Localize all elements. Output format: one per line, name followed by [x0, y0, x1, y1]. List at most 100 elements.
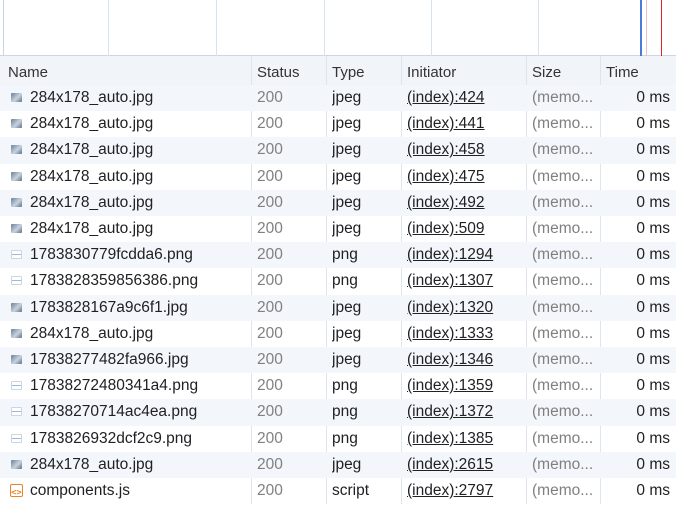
request-name[interactable]: 284x178_auto.jpg [30, 111, 250, 137]
request-initiator-link[interactable]: (index):1333 [407, 321, 525, 347]
request-initiator-link[interactable]: (index):1294 [407, 242, 525, 268]
image-thumbnail-icon [11, 459, 22, 469]
request-type: jpeg [332, 455, 362, 473]
request-name[interactable]: components.js [30, 478, 250, 504]
table-row[interactable]: 1783826932dcf2c9.png 200 png (index):1385 (m… [0, 426, 676, 452]
request-size: (memo... [532, 115, 594, 133]
image-thumbnail-icon [11, 433, 22, 443]
request-type: jpeg [332, 298, 362, 316]
request-time: 0 ms [636, 455, 670, 473]
request-type: script [332, 482, 370, 499]
request-size: (memo... [532, 351, 594, 368]
request-name[interactable]: 1783828359856386.png [30, 268, 250, 294]
request-size: (memo... [532, 141, 594, 159]
request-name[interactable]: 284x178_auto.jpg [30, 190, 250, 216]
table-row[interactable]: 17838272480341a4.png 200 png (index):1359 (m… [0, 373, 676, 399]
request-name[interactable]: 17838270714ac4ea.png [30, 399, 250, 425]
request-status: 200 [257, 220, 283, 237]
table-row[interactable]: 284x178_auto.jpg 200 jpeg (index):1333 (memo… [0, 321, 676, 347]
image-thumbnail-icon [11, 355, 22, 364]
request-type: jpeg [332, 324, 362, 342]
request-name[interactable]: 284x178_auto.jpg [30, 85, 250, 111]
request-name[interactable]: 284x178_auto.jpg [30, 137, 250, 163]
image-thumbnail-icon [11, 93, 22, 102]
table-row[interactable]: 17838270714ac4ea.png 200 png (index):1372 (m… [0, 399, 676, 426]
request-size: (memo... [532, 193, 594, 211]
request-initiator-link[interactable]: (index):424 [407, 85, 525, 111]
request-name[interactable]: 17838272480341a4.png [30, 373, 250, 399]
request-status: 200 [257, 167, 283, 185]
request-type: jpeg [332, 167, 362, 185]
request-initiator-link[interactable]: (index):475 [407, 164, 525, 190]
table-row[interactable]: 17838277482fa966.jpg 200 jpeg (index):1346 (… [0, 347, 676, 374]
request-time: 0 ms [636, 403, 670, 421]
request-type: png [332, 377, 358, 395]
table-row[interactable]: 284x178_auto.jpg 200 jpeg (index):458 (memo.… [0, 137, 676, 164]
request-initiator-link[interactable]: (index):1307 [407, 268, 525, 294]
request-type: png [332, 246, 358, 264]
request-name[interactable]: 1783830779fcdda6.png [30, 242, 250, 268]
request-status: 200 [257, 298, 283, 316]
request-name[interactable]: 17838277482fa966.jpg [30, 347, 250, 373]
table-row[interactable]: 1783830779fcdda6.png 200 png (index):1294 (m… [0, 242, 676, 269]
request-initiator-link[interactable]: (index):1359 [407, 373, 525, 399]
table-row[interactable]: 284x178_auto.jpg 200 jpeg (index):475 (memo.… [0, 164, 676, 190]
request-time: 0 ms [636, 482, 670, 499]
request-size: (memo... [532, 455, 594, 473]
request-status: 200 [257, 115, 283, 133]
table-row[interactable]: 284x178_auto.jpg 200 jpeg (index):509 (memo.… [0, 216, 676, 242]
table-row[interactable]: 284x178_auto.jpg 200 jpeg (index):492 (memo.… [0, 189, 676, 216]
request-time: 0 ms [636, 298, 670, 316]
timeline-gridline [431, 0, 432, 56]
image-thumbnail-icon [11, 224, 22, 233]
request-size: (memo... [532, 246, 594, 264]
table-row[interactable]: 284x178_auto.jpg 200 jpeg (index):424 (memo.… [0, 85, 676, 112]
timeline-left-edge [3, 0, 4, 56]
request-initiator-link[interactable]: (index):1320 [407, 295, 525, 321]
timeline-gridline [538, 0, 539, 56]
request-initiator-link[interactable]: (index):458 [407, 137, 525, 163]
request-type: jpeg [332, 141, 362, 159]
request-size: (memo... [532, 167, 594, 185]
request-initiator-link[interactable]: (index):441 [407, 111, 525, 137]
image-thumbnail-icon [11, 171, 22, 181]
image-thumbnail-icon [11, 381, 22, 391]
timeline-overview[interactable] [0, 0, 676, 56]
request-time: 0 ms [636, 141, 670, 159]
timeline-strip [646, 0, 647, 56]
request-time: 0 ms [636, 377, 670, 395]
request-type: png [332, 272, 358, 290]
request-name[interactable]: 1783826932dcf2c9.png [30, 426, 250, 452]
request-name[interactable]: 284x178_auto.jpg [30, 216, 250, 242]
request-name[interactable]: 284x178_auto.jpg [30, 164, 250, 190]
table-row[interactable]: 1783828167a9c6f1.jpg 200 jpeg (index):1320 (… [0, 294, 676, 321]
table-row[interactable]: 284x178_auto.jpg 200 jpeg (index):2615 (memo… [0, 451, 676, 478]
request-name[interactable]: 1783828167a9c6f1.jpg [30, 295, 250, 321]
request-size: (memo... [532, 377, 594, 395]
request-name[interactable]: 284x178_auto.jpg [30, 321, 250, 347]
request-initiator-link[interactable]: (index):1346 [407, 347, 525, 373]
request-name[interactable]: 284x178_auto.jpg [30, 452, 250, 478]
image-thumbnail-icon [11, 119, 22, 129]
table-row[interactable]: 1783828359856386.png 200 png (index):1307 (m… [0, 268, 676, 294]
image-thumbnail-icon [11, 302, 22, 312]
request-initiator-link[interactable]: (index):1372 [407, 399, 525, 425]
request-initiator-link[interactable]: (index):1385 [407, 426, 525, 452]
request-initiator-link[interactable]: (index):2797 [407, 478, 525, 504]
request-time: 0 ms [636, 351, 670, 368]
request-type: jpeg [332, 193, 362, 211]
image-thumbnail-icon [11, 407, 22, 417]
request-status: 200 [257, 429, 283, 447]
request-initiator-link[interactable]: (index):492 [407, 190, 525, 216]
request-size: (memo... [532, 482, 594, 499]
request-type: png [332, 403, 358, 421]
request-size: (memo... [532, 89, 594, 106]
table-row[interactable]: components.js 200 script (index):2797 (memo.… [0, 478, 676, 506]
request-time: 0 ms [636, 272, 670, 290]
request-initiator-link[interactable]: (index):509 [407, 216, 525, 242]
request-type: jpeg [332, 351, 362, 368]
table-row[interactable]: 284x178_auto.jpg 200 jpeg (index):441 (memo.… [0, 111, 676, 137]
request-initiator-link[interactable]: (index):2615 [407, 452, 525, 478]
load-event-marker [661, 0, 662, 56]
request-status: 200 [257, 193, 283, 211]
